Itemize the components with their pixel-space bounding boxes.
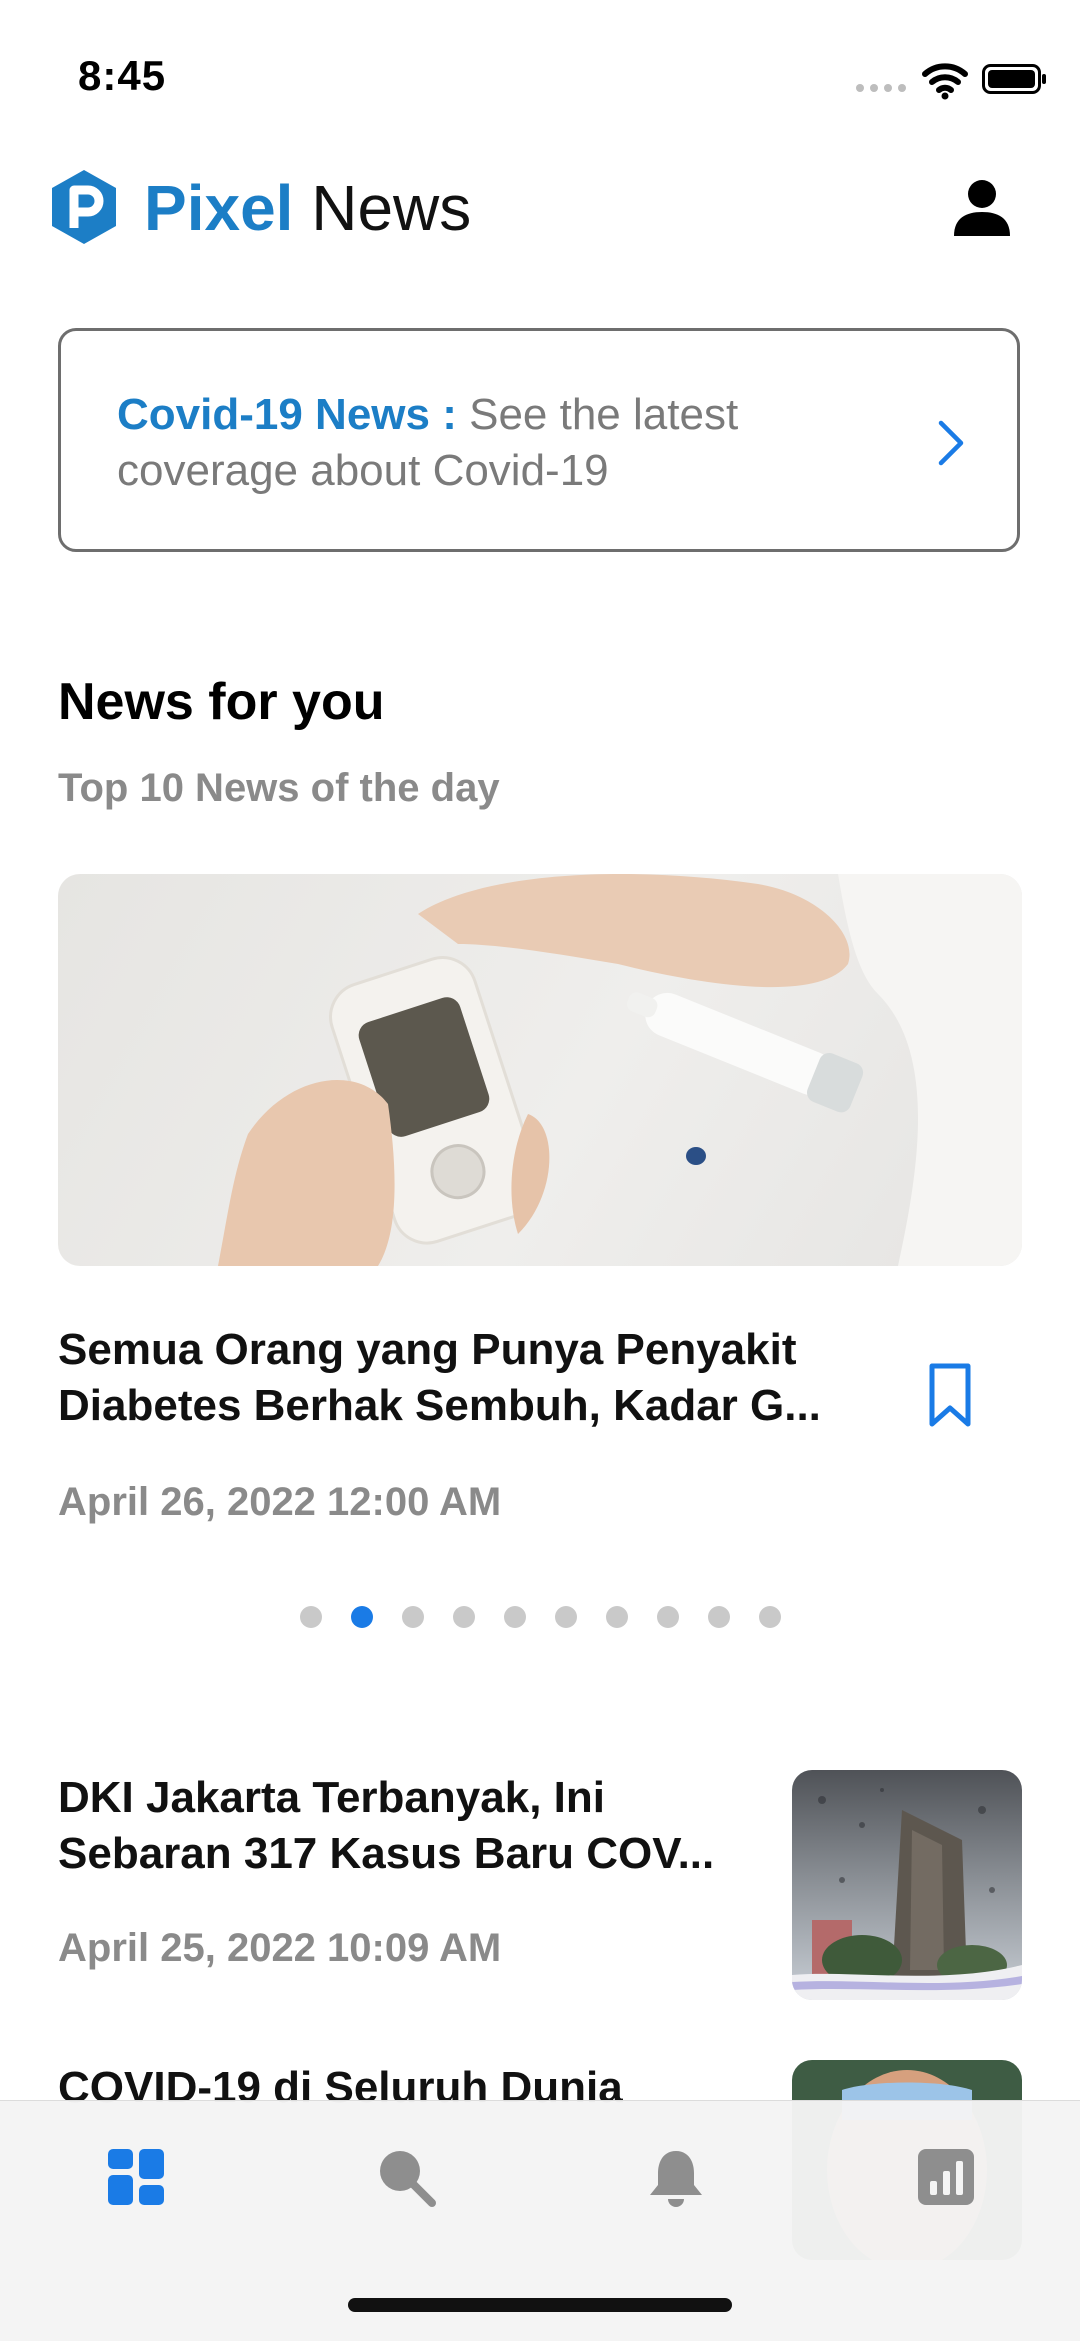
pagination-dot[interactable] [503,1606,526,1628]
chart-icon[interactable] [914,2145,978,2209]
brand-primary: Pixel [144,172,294,244]
carousel-pagination[interactable] [0,1606,1080,1630]
section-title: News for you [58,673,385,731]
home-indicator [348,2298,732,2312]
covid-card-title: Covid-19 News : [117,390,457,439]
wifi-icon [922,63,968,100]
bell-icon[interactable] [644,2145,708,2209]
covid-card-text: Covid-19 News : See the latest coverage … [117,387,877,499]
section-subtitle: Top 10 News of the day [58,766,500,810]
featured-news-title[interactable]: Semua Orang yang Punya Penyakit Diabetes… [58,1322,878,1434]
pagination-dot[interactable] [554,1606,577,1628]
status-time: 8:45 [78,52,167,99]
news-item-title[interactable]: DKI Jakarta Terbanyak, Ini Sebaran 317 K… [58,1770,758,1882]
news-item-thumbnail[interactable] [792,1770,1022,2000]
featured-news-image[interactable] [58,874,1022,1266]
pixel-news-logo-icon [52,170,116,244]
featured-news-date: April 26, 2022 12:00 AM [58,1480,502,1524]
pagination-dot[interactable] [707,1606,730,1628]
pagination-dot[interactable] [350,1606,373,1628]
pagination-dot[interactable] [605,1606,628,1628]
cellular-signal-icon [856,84,908,92]
pagination-dot[interactable] [401,1606,424,1628]
pagination-dot[interactable] [656,1606,679,1628]
covid-news-card[interactable]: Covid-19 News : See the latest coverage … [58,328,1020,552]
app-title: Pixel News [144,166,471,250]
chevron-right-icon [938,420,964,466]
search-icon[interactable] [374,2145,438,2209]
bookmark-icon[interactable] [928,1362,972,1430]
battery-icon [982,64,1046,94]
dashboard-icon[interactable] [104,2145,168,2209]
pagination-dot[interactable] [452,1606,475,1628]
news-item-date: April 25, 2022 10:09 AM [58,1926,502,1970]
pagination-dot[interactable] [299,1606,322,1628]
brand-secondary: News [311,172,472,244]
pagination-dot[interactable] [758,1606,781,1628]
profile-icon[interactable] [952,178,1012,238]
